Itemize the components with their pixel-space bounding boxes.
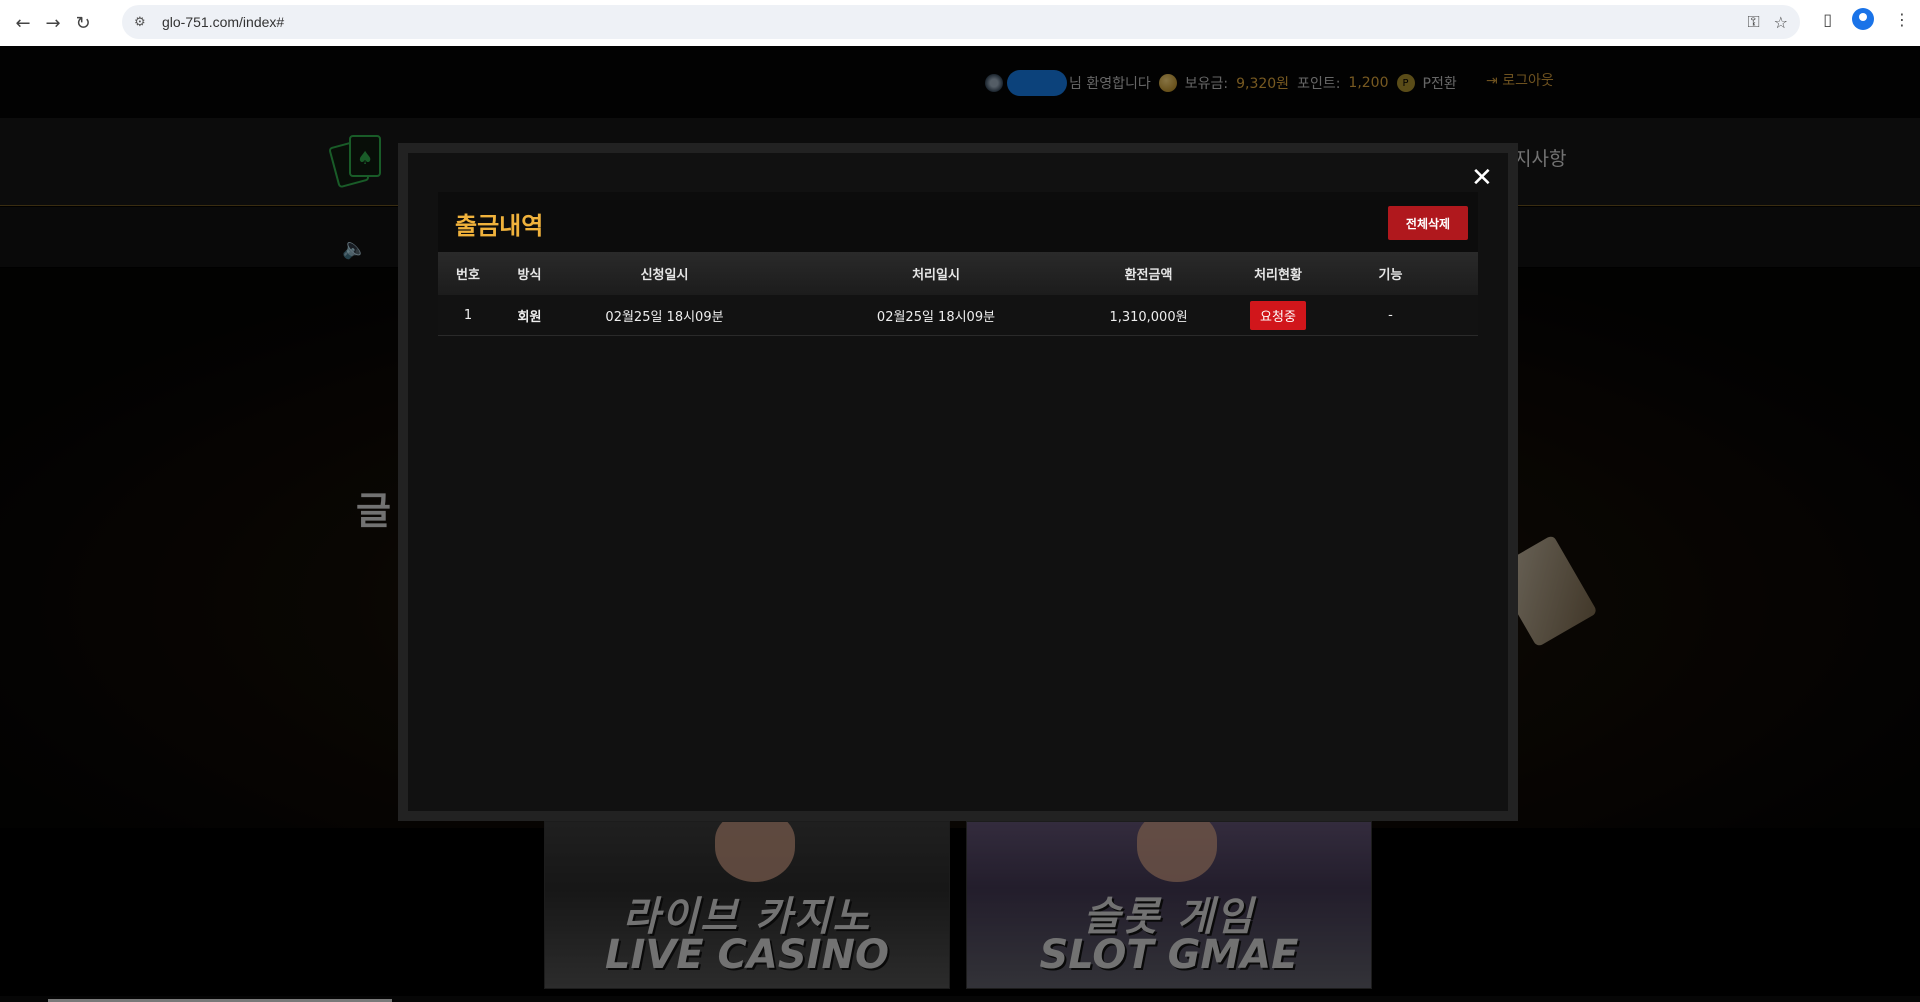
- close-icon[interactable]: ✕: [1471, 163, 1493, 193]
- reload-icon[interactable]: ↻: [68, 8, 98, 38]
- forward-arrow-icon[interactable]: →: [38, 8, 68, 38]
- url-text[interactable]: glo-751.com/index#: [162, 14, 284, 30]
- side-panel-icon[interactable]: ▯: [1823, 10, 1832, 29]
- cell-amount: 1,310,000원: [1109, 309, 1188, 325]
- modal-header: 출금내역 전체삭제: [438, 192, 1478, 252]
- status-badge: 요청중: [1250, 300, 1306, 330]
- delete-all-button[interactable]: 전체삭제: [1388, 206, 1468, 240]
- menu-kebab-icon[interactable]: ⋮: [1894, 10, 1910, 29]
- table-header: 번호 방식 신청일시 처리일시 환전금액 처리현황 기능: [438, 252, 1478, 295]
- site-settings-icon[interactable]: ⚙: [134, 15, 156, 30]
- bookmark-star-icon[interactable]: ☆: [1774, 13, 1788, 32]
- browser-toolbar: ← → ↻ ⚙ glo-751.com/index# ⚿ ☆ ▯ ⋮: [0, 0, 1920, 46]
- cell-method: 회원: [517, 309, 542, 325]
- col-header-amount: 환전금액: [1124, 268, 1173, 283]
- cell-processed: 02월25일 18시09분: [876, 309, 996, 325]
- col-header-processed: 처리일시: [912, 268, 960, 283]
- col-header-status: 처리현황: [1254, 268, 1302, 283]
- address-bar[interactable]: ⚙ glo-751.com/index# ⚿ ☆: [122, 5, 1800, 39]
- back-arrow-icon[interactable]: ←: [8, 8, 38, 38]
- modal-title: 출금내역: [455, 212, 544, 240]
- cell-no: 1: [463, 307, 473, 323]
- cell-status: 요청중: [1193, 300, 1363, 330]
- table-row: 1 회원 02월25일 18시09분 02월25일 18시09분 1,310,0…: [438, 295, 1478, 336]
- cell-action: -: [1388, 307, 1393, 323]
- profile-avatar-icon[interactable]: [1852, 8, 1874, 30]
- col-header-no: 번호: [456, 268, 480, 283]
- col-header-action: 기능: [1378, 268, 1403, 283]
- withdrawal-table: 번호 방식 신청일시 처리일시 환전금액 처리현황 기능 1 회원 02월25일…: [438, 252, 1478, 336]
- password-key-icon[interactable]: ⚿: [1747, 12, 1759, 32]
- cell-requested: 02월25일 18시09분: [605, 309, 724, 325]
- col-header-method: 방식: [517, 268, 542, 283]
- col-header-requested: 신청일시: [640, 268, 689, 283]
